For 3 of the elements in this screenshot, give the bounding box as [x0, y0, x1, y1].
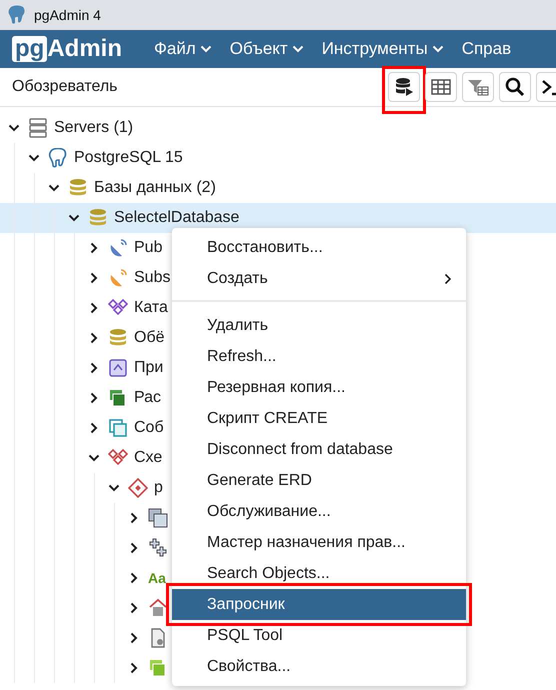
collation-icon: Aa	[148, 570, 166, 586]
panel-title: Обозреватель	[12, 78, 118, 96]
window-title: pgAdmin 4	[34, 7, 101, 23]
